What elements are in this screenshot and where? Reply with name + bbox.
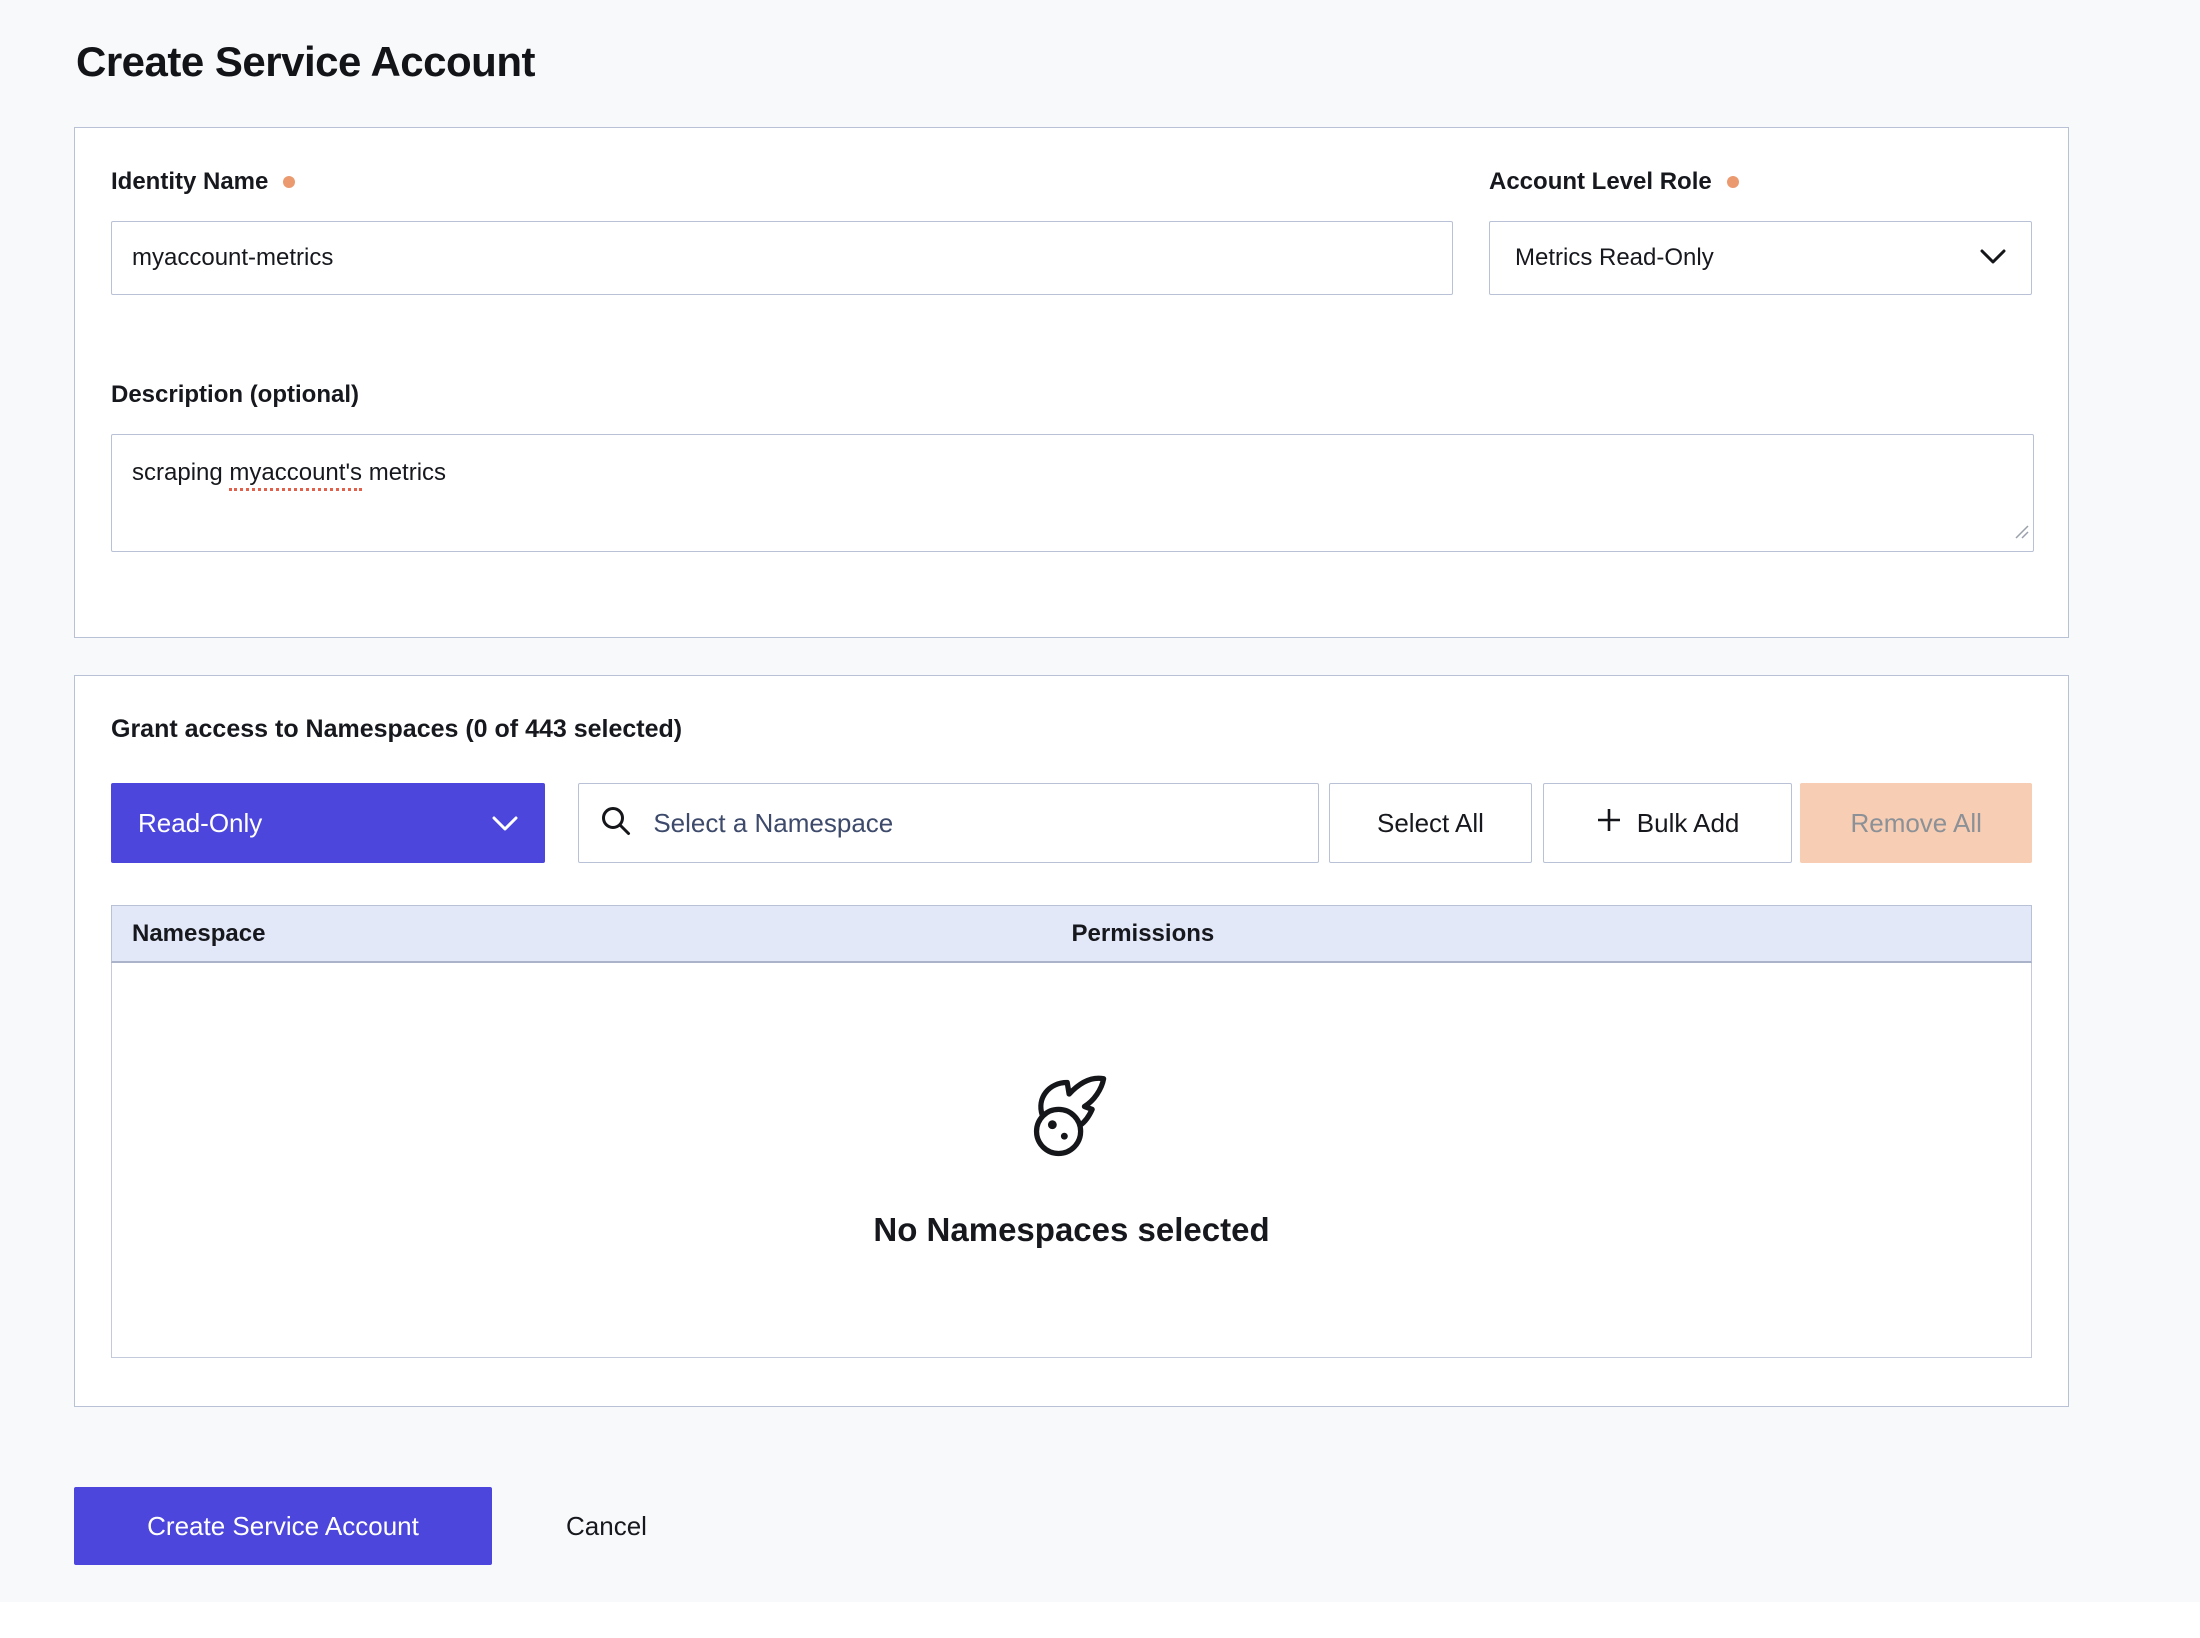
namespaces-heading: Grant access to Namespaces (0 of 443 sel… — [111, 715, 2032, 744]
required-dot-icon — [1727, 176, 1739, 188]
description-field-group: Description (optional) scraping myaccoun… — [111, 381, 2032, 552]
select-all-button[interactable]: Select All — [1329, 783, 1532, 863]
select-all-label: Select All — [1377, 808, 1484, 839]
bulk-add-label: Bulk Add — [1637, 808, 1740, 839]
chevron-down-icon — [1980, 244, 2006, 272]
identity-name-label-text: Identity Name — [111, 168, 268, 196]
identity-name-label: Identity Name — [111, 168, 1453, 196]
description-text-misspelled: myaccount's — [229, 459, 362, 491]
chevron-down-icon — [492, 808, 518, 839]
namespaces-toolbar: Read-Only Select All Bulk Add Remove All — [111, 783, 2032, 863]
description-label: Description (optional) — [111, 381, 2032, 409]
account-level-role-field-group: Account Level Role Metrics Read-Only — [1489, 168, 2032, 295]
account-level-role-value: Metrics Read-Only — [1515, 244, 1714, 272]
search-icon — [599, 804, 633, 843]
required-dot-icon — [283, 176, 295, 188]
namespaces-card: Grant access to Namespaces (0 of 443 sel… — [74, 675, 2069, 1407]
bottom-strip — [0, 1602, 2200, 1638]
empty-state-message: No Namespaces selected — [873, 1211, 1269, 1249]
identity-name-input[interactable] — [111, 221, 1453, 295]
permission-role-value: Read-Only — [138, 808, 262, 839]
resize-handle-icon[interactable] — [2013, 516, 2029, 547]
description-textarea[interactable]: scraping myaccount's metrics — [111, 434, 2034, 552]
permission-role-dropdown[interactable]: Read-Only — [111, 783, 545, 863]
column-header-namespace: Namespace — [112, 920, 1072, 948]
footer-actions: Create Service Account Cancel — [74, 1487, 2200, 1565]
description-label-text: Description (optional) — [111, 381, 359, 409]
identity-card: Identity Name Account Level Role Metrics… — [74, 127, 2069, 638]
create-service-account-button[interactable]: Create Service Account — [74, 1487, 492, 1565]
namespaces-table-header: Namespace Permissions — [111, 905, 2032, 963]
plus-icon — [1596, 807, 1622, 840]
account-level-role-label: Account Level Role — [1489, 168, 2032, 196]
cancel-button[interactable]: Cancel — [560, 1510, 653, 1543]
namespace-search-box — [578, 783, 1319, 863]
namespace-search-input[interactable] — [651, 807, 1298, 840]
namespaces-table: Namespace Permissions No Namespaces sele… — [111, 905, 2032, 1358]
column-header-permissions: Permissions — [1072, 920, 2032, 948]
account-level-role-select[interactable]: Metrics Read-Only — [1489, 221, 2032, 295]
account-level-role-label-text: Account Level Role — [1489, 168, 1712, 196]
page-title: Create Service Account — [76, 38, 2200, 86]
identity-name-field-group: Identity Name — [111, 168, 1453, 295]
remove-all-button[interactable]: Remove All — [1800, 783, 2032, 863]
namespaces-table-body: No Namespaces selected — [111, 963, 2032, 1358]
remove-all-label: Remove All — [1850, 808, 1982, 839]
description-text: scraping — [132, 459, 229, 486]
description-text: metrics — [362, 459, 446, 486]
bulk-add-button[interactable]: Bulk Add — [1543, 783, 1793, 863]
comet-icon — [1026, 1072, 1118, 1169]
